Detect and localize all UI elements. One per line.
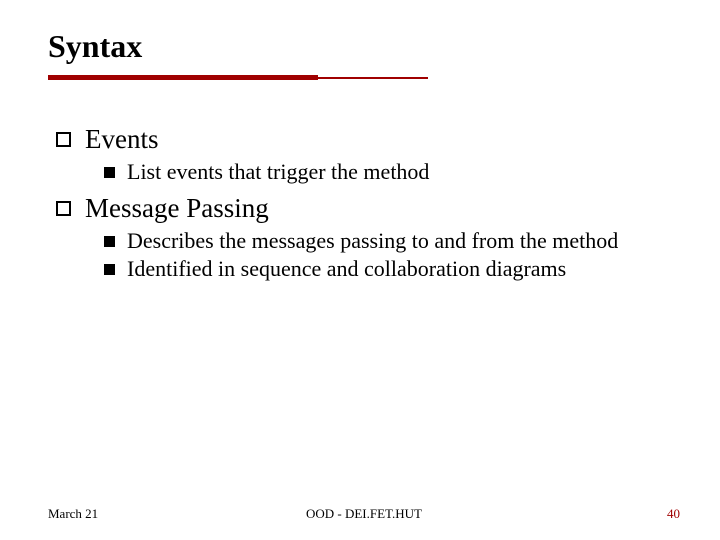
filled-square-bullet-icon — [104, 264, 115, 275]
section-heading: Events — [56, 124, 680, 155]
footer: March 21 OOD - DEI.FET.HUT 40 — [48, 506, 680, 522]
filled-square-bullet-icon — [104, 236, 115, 247]
bullet-item: Describes the messages passing to and fr… — [104, 228, 680, 254]
bullet-item: Identified in sequence and collaboration… — [104, 256, 680, 282]
footer-date: March 21 — [48, 506, 98, 522]
bullet-text: List events that trigger the method — [127, 159, 429, 185]
bullet-text: Identified in sequence and collaboration… — [127, 256, 566, 282]
heading-text: Message Passing — [85, 193, 269, 224]
title-rule — [48, 75, 428, 80]
content: Events List events that trigger the meth… — [48, 124, 680, 282]
rule-thick — [48, 75, 318, 80]
footer-page-number: 40 — [667, 506, 680, 522]
bullet-text: Describes the messages passing to and fr… — [127, 228, 618, 254]
rule-thin — [318, 77, 428, 79]
slide-title: Syntax — [48, 28, 680, 65]
footer-center: OOD - DEI.FET.HUT — [306, 506, 422, 522]
open-square-bullet-icon — [56, 132, 71, 147]
open-square-bullet-icon — [56, 201, 71, 216]
heading-text: Events — [85, 124, 159, 155]
slide: Syntax Events List events that trigger t… — [0, 0, 720, 540]
filled-square-bullet-icon — [104, 167, 115, 178]
section-heading: Message Passing — [56, 193, 680, 224]
bullet-item: List events that trigger the method — [104, 159, 680, 185]
